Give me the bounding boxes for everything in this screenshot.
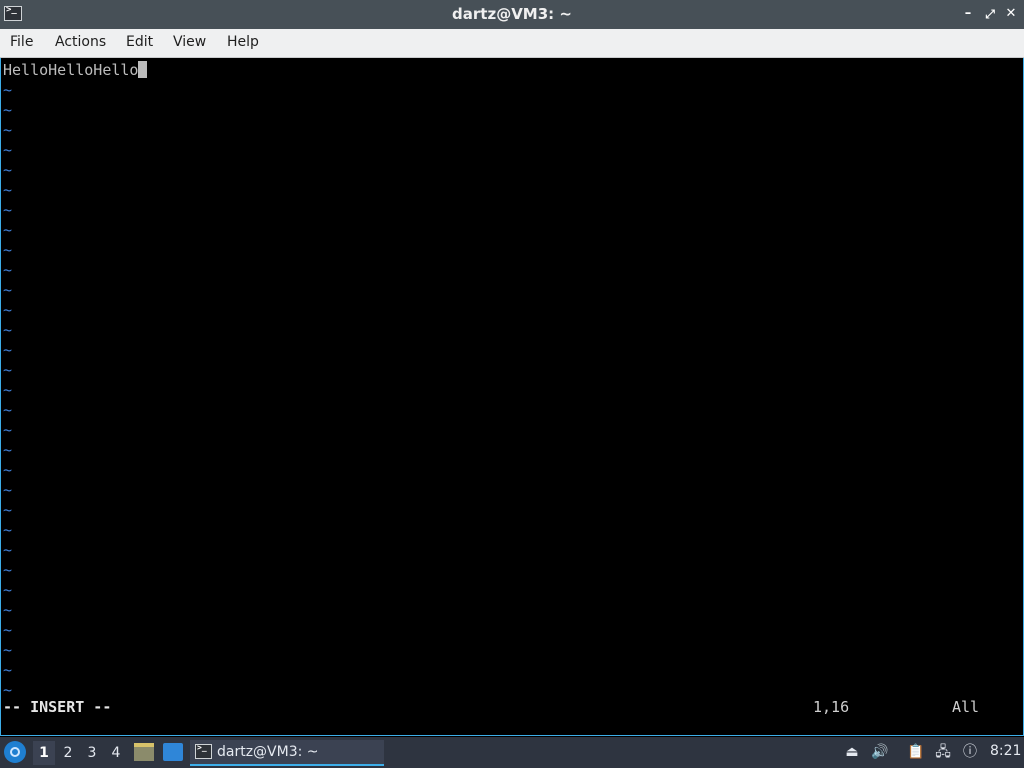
tilde-line: ~	[3, 501, 13, 519]
tilde-line: ~	[3, 461, 13, 479]
menu-file[interactable]: File	[10, 34, 33, 50]
tilde-line: ~	[3, 261, 13, 279]
tilde-line: ~	[3, 421, 13, 439]
task-label: dartz@VM3: ~	[217, 744, 319, 760]
tilde-line: ~	[3, 401, 13, 419]
tilde-line: ~	[3, 81, 13, 99]
tilde-line: ~	[3, 481, 13, 499]
vim-mode-indicator: -- INSERT --	[3, 698, 112, 716]
tilde-line: ~	[3, 681, 13, 699]
tilde-line: ~	[3, 281, 13, 299]
tilde-line: ~	[3, 101, 13, 119]
workspace-2[interactable]: 2	[57, 741, 79, 765]
file-manager-icon[interactable]	[134, 743, 154, 761]
tilde-line: ~	[3, 321, 13, 339]
terminal-task-icon	[195, 743, 212, 759]
clock[interactable]: 8:21	[990, 743, 1021, 759]
tilde-line: ~	[3, 561, 13, 579]
tilde-line: ~	[3, 301, 13, 319]
terminal-window: dartz@VM3: ~ – ⤢ ✕ File Actions Edit Vie…	[0, 0, 1024, 737]
network-icon[interactable]: 🖧	[934, 743, 952, 761]
cursor-position: 1,16	[813, 698, 850, 716]
tilde-line: ~	[3, 381, 13, 399]
tilde-line: ~	[3, 661, 13, 679]
editor-line-1: HelloHelloHello	[3, 60, 148, 80]
tilde-line: ~	[3, 241, 13, 259]
editor-line-text: HelloHelloHello	[3, 61, 139, 79]
task-terminal[interactable]: dartz@VM3: ~	[190, 740, 384, 766]
tilde-line: ~	[3, 361, 13, 379]
maximize-icon[interactable]: ⤢	[980, 4, 1000, 24]
tilde-line: ~	[3, 141, 13, 159]
tilde-line: ~	[3, 641, 13, 659]
tilde-line: ~	[3, 121, 13, 139]
menu-actions[interactable]: Actions	[55, 34, 106, 50]
tilde-line: ~	[3, 181, 13, 199]
scroll-indicator: All	[952, 698, 980, 716]
clipboard-icon[interactable]: 📋	[907, 743, 925, 761]
tilde-line: ~	[3, 581, 13, 599]
tilde-line: ~	[3, 201, 13, 219]
close-icon[interactable]: ✕	[1001, 4, 1021, 24]
tilde-line: ~	[3, 221, 13, 239]
menu-bar: File Actions Edit View Help	[0, 29, 1024, 58]
menu-view[interactable]: View	[173, 34, 206, 50]
taskbar: 1 2 3 4 dartz@VM3: ~ ⏏ 🔊 📋 🖧 ⓘ 8:21	[0, 737, 1024, 768]
tilde-line: ~	[3, 161, 13, 179]
tilde-line: ~	[3, 541, 13, 559]
workspace-4[interactable]: 4	[105, 741, 127, 765]
menu-edit[interactable]: Edit	[126, 34, 153, 50]
minimize-icon[interactable]: –	[958, 4, 978, 24]
window-title: dartz@VM3: ~	[452, 5, 572, 23]
eject-icon[interactable]: ⏏	[843, 743, 861, 761]
volume-icon[interactable]: 🔊	[871, 743, 889, 761]
terminal-area[interactable]: HelloHelloHello ~ ~ ~ ~ ~ ~ ~ ~ ~ ~ ~ ~ ~ ~ ~ ~ ~ ~ ~ ~ ~ ~ ~ ~…	[0, 58, 1024, 736]
show-desktop-icon[interactable]	[163, 743, 183, 761]
tilde-line: ~	[3, 341, 13, 359]
text-cursor	[138, 61, 148, 78]
title-bar[interactable]: dartz@VM3: ~ – ⤢ ✕	[0, 0, 1024, 29]
tilde-line: ~	[3, 601, 13, 619]
workspace-3[interactable]: 3	[81, 741, 103, 765]
workspace-1[interactable]: 1	[33, 741, 55, 765]
start-menu-icon[interactable]	[4, 741, 26, 763]
menu-help[interactable]: Help	[227, 34, 259, 50]
tilde-line: ~	[3, 621, 13, 639]
notification-icon[interactable]: ⓘ	[961, 743, 979, 761]
tilde-line: ~	[3, 521, 13, 539]
tilde-line: ~	[3, 441, 13, 459]
